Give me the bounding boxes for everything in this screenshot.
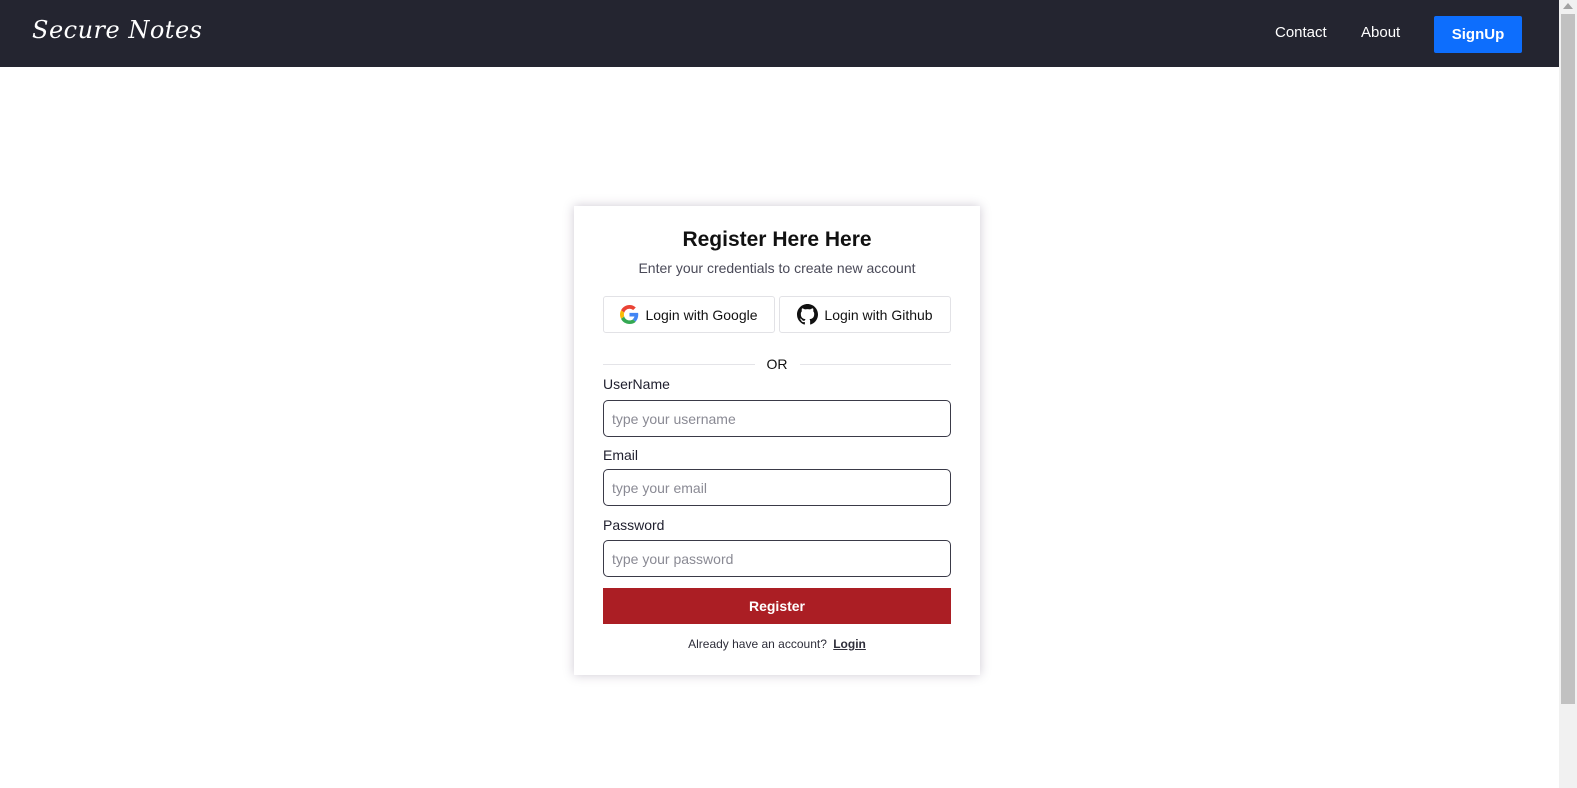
github-icon	[797, 304, 819, 325]
divider-line-left	[603, 363, 755, 365]
scroll-up-arrow-icon[interactable]	[1563, 3, 1573, 9]
nav-link-about[interactable]: About	[1361, 24, 1400, 41]
register-button[interactable]: Register	[603, 588, 951, 624]
account-prompt-text: Already have an account?	[688, 637, 827, 651]
signup-button[interactable]: SignUp	[1434, 16, 1522, 53]
brand-logo[interactable]: Secure Notes	[32, 16, 202, 44]
email-input[interactable]	[603, 469, 951, 506]
username-label: UserName	[603, 376, 670, 392]
page-scrollbar[interactable]	[1559, 0, 1577, 788]
password-label: Password	[603, 517, 665, 533]
google-login-label: Login with Google	[645, 306, 758, 323]
register-card: Register Here Here Enter your credential…	[574, 206, 980, 675]
register-subtitle: Enter your credentials to create new acc…	[638, 260, 916, 276]
google-icon	[620, 305, 639, 324]
email-label: Email	[603, 447, 639, 463]
github-login-label: Login with Github	[824, 306, 933, 323]
google-login-button[interactable]: Login with Google	[603, 296, 775, 333]
username-input[interactable]	[603, 400, 951, 437]
or-divider: OR	[603, 354, 951, 374]
login-prompt: Already have an account? Login	[574, 637, 980, 651]
register-title: Register Here Here	[682, 228, 872, 251]
github-login-button[interactable]: Login with Github	[779, 296, 951, 333]
login-link[interactable]: Login	[833, 637, 866, 651]
divider-line-right	[799, 363, 951, 365]
password-input[interactable]	[603, 540, 951, 577]
top-navbar: Secure Notes Contact About SignUp	[0, 0, 1559, 67]
nav-link-contact[interactable]: Contact	[1275, 24, 1327, 41]
divider-text: OR	[766, 356, 788, 372]
scrollbar-thumb[interactable]	[1561, 14, 1575, 704]
